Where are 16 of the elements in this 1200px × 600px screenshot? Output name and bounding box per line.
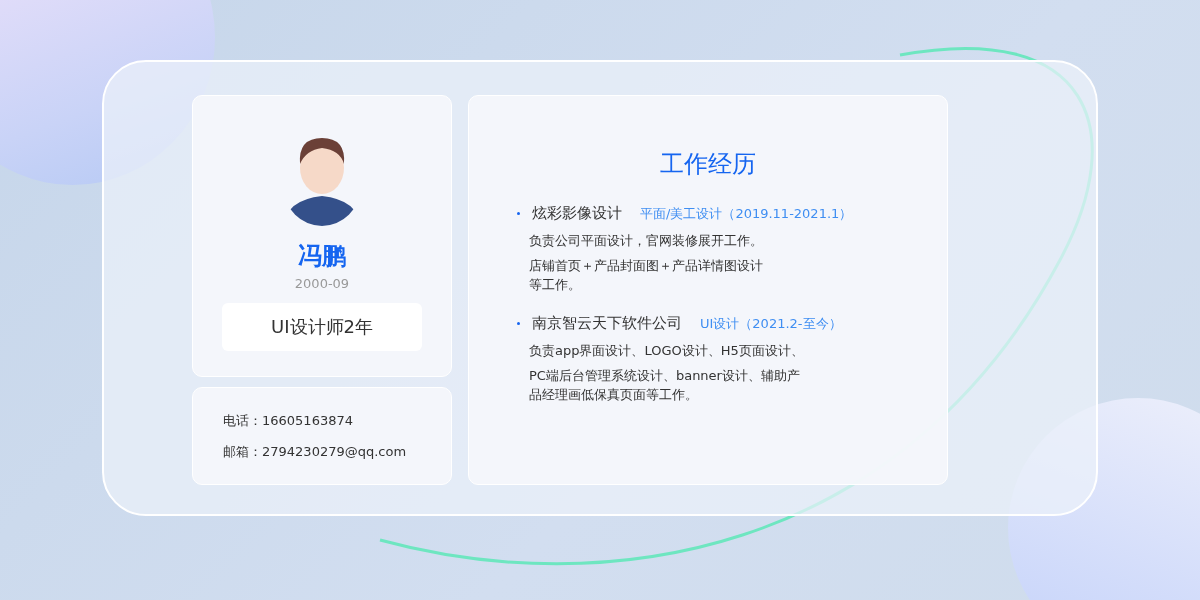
- job-title-label: UI设计师2年: [222, 303, 422, 351]
- company-name: 炫彩影像设计: [532, 204, 622, 223]
- bullet-dot: [517, 322, 520, 325]
- role-period: UI设计（2021.2-至今）: [700, 314, 842, 333]
- person-name: 冯鹏: [298, 241, 346, 272]
- contact-info: 电话：16605163874: [223, 412, 354, 430]
- job-description: 负责公司平面设计，官网装修展开工作。: [529, 232, 764, 250]
- birth-date: 2000-09: [294, 276, 350, 291]
- job-description: 负责app界面设计、LOGO设计、H5页面设计、: [529, 342, 805, 360]
- contact-info: 邮箱：2794230279@qq.com: [223, 443, 408, 461]
- bullet-dot: [517, 212, 520, 215]
- section-heading: 工作经历: [659, 149, 757, 180]
- role-period: 平面/美工设计（2019.11-2021.1）: [640, 204, 853, 223]
- job-description: 店铺首页＋产品封面图＋产品详情图设计 等工作。: [529, 257, 764, 294]
- company-name: 南京智云天下软件公司: [532, 314, 682, 333]
- job-description: PC端后台管理系统设计、banner设计、辅助产 品经理画低保真页面等工作。: [529, 367, 801, 404]
